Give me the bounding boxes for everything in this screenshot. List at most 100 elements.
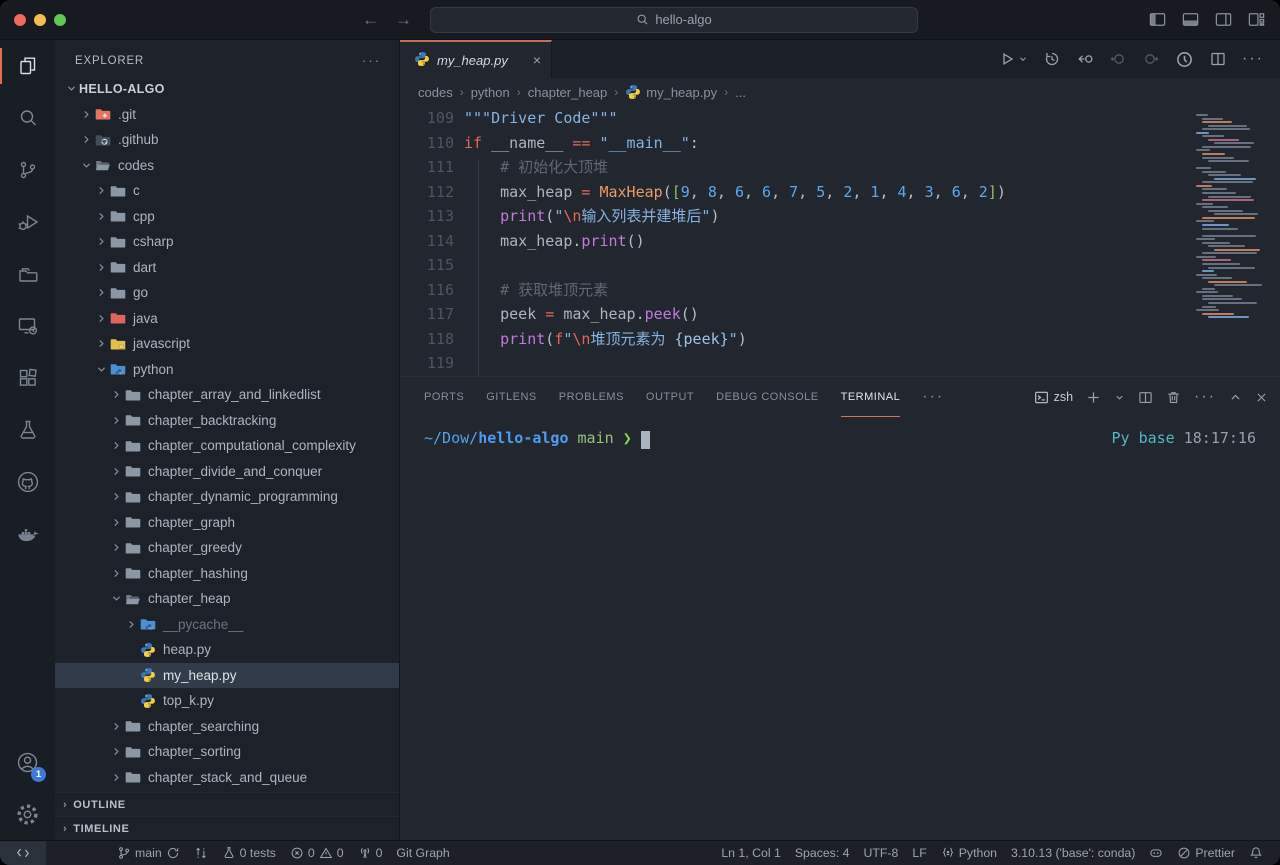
tree-item-my_heap.py[interactable]: my_heap.py	[55, 663, 399, 689]
code-line-109[interactable]: 109"""Driver Code"""	[400, 106, 1280, 131]
navigate-back-icon[interactable]: ←	[362, 10, 379, 30]
code-line-114[interactable]: 114 max_heap.print()	[400, 229, 1280, 254]
accounts-icon[interactable]: 1	[0, 736, 55, 788]
status-git-graph[interactable]: Git Graph	[389, 841, 456, 865]
code-line-119[interactable]: 119	[400, 351, 1280, 376]
panel-tab-gitlens[interactable]: GITLENS	[486, 377, 537, 417]
breadcrumb-item[interactable]: ...	[735, 85, 746, 100]
outline-section[interactable]: › OUTLINE	[55, 792, 399, 816]
minimize-window-button[interactable]	[34, 14, 46, 26]
status-python-interpreter[interactable]: 3.10.13 ('base': conda)	[1004, 841, 1142, 865]
maximize-panel-icon[interactable]	[1229, 391, 1242, 404]
next-change-icon[interactable]	[1142, 50, 1160, 68]
toggle-secondary-sidebar-icon[interactable]	[1214, 10, 1233, 29]
source-control-icon[interactable]	[0, 144, 55, 196]
status-cursor-position[interactable]: Ln 1, Col 1	[714, 841, 787, 865]
zoom-window-button[interactable]	[54, 14, 66, 26]
split-editor-icon[interactable]	[1209, 50, 1227, 68]
tree-item-python[interactable]: python	[55, 357, 399, 383]
status-copilot[interactable]	[1142, 841, 1170, 865]
docker-icon[interactable]	[0, 508, 55, 560]
close-tab-icon[interactable]: ×	[533, 52, 541, 68]
tree-item-codes[interactable]: codes	[55, 153, 399, 179]
tree-item-.git[interactable]: .git	[55, 102, 399, 128]
gitlens-annotations-icon[interactable]	[1175, 50, 1194, 69]
tree-item-chapter_sorting[interactable]: chapter_sorting	[55, 739, 399, 765]
code-editor[interactable]: 109"""Driver Code"""110if __name__ == "_…	[400, 106, 1280, 376]
github-icon[interactable]	[0, 456, 55, 508]
tree-item-chapter_dynamic_programming[interactable]: chapter_dynamic_programming	[55, 484, 399, 510]
tree-item-top_k.py[interactable]: top_k.py	[55, 688, 399, 714]
breadcrumb-item[interactable]: codes	[418, 85, 453, 100]
tree-item-java[interactable]: java	[55, 306, 399, 332]
status-ports[interactable]: 0	[351, 841, 390, 865]
split-terminal-icon[interactable]	[1138, 390, 1153, 405]
status-git-branch[interactable]: main	[110, 841, 187, 865]
code-line-117[interactable]: 117 peek = max_heap.peek()	[400, 302, 1280, 327]
tree-item-HELLO-ALGO[interactable]: HELLO-ALGO	[55, 76, 399, 102]
run-and-debug-icon[interactable]	[0, 196, 55, 248]
tree-item-chapter_greedy[interactable]: chapter_greedy	[55, 535, 399, 561]
code-line-116[interactable]: 116 # 获取堆顶元素	[400, 278, 1280, 303]
open-changes-icon[interactable]	[1076, 50, 1094, 68]
code-line-118[interactable]: 118 print(f"\n堆顶元素为 {peek}")	[400, 327, 1280, 352]
minimap[interactable]	[1196, 114, 1266, 320]
terminal-content[interactable]: ~/Dow/hello-algo main ❯ Py base 18:17:16	[400, 417, 1280, 840]
tree-item-chapter_backtracking[interactable]: chapter_backtracking	[55, 408, 399, 434]
command-center-search[interactable]: hello-algo	[430, 7, 918, 33]
tree-item-__pycache__[interactable]: __pycache__	[55, 612, 399, 638]
status-encoding[interactable]: UTF-8	[857, 841, 906, 865]
tree-item-chapter_heap[interactable]: chapter_heap	[55, 586, 399, 612]
panel-tab-problems[interactable]: PROBLEMS	[559, 377, 624, 417]
status-notifications[interactable]	[1242, 841, 1270, 865]
panel-tab-output[interactable]: OUTPUT	[646, 377, 694, 417]
code-line-112[interactable]: 112 max_heap = MaxHeap([9, 8, 6, 6, 7, 5…	[400, 180, 1280, 205]
panel-more-actions-icon[interactable]: ···	[1194, 388, 1216, 406]
status-remote-indicator[interactable]	[0, 841, 46, 865]
close-window-button[interactable]	[14, 14, 26, 26]
breadcrumb-item[interactable]: my_heap.py	[625, 84, 717, 100]
tree-item-chapter_stack_and_queue[interactable]: chapter_stack_and_queue	[55, 765, 399, 791]
tree-item-go[interactable]: go	[55, 280, 399, 306]
previous-change-icon[interactable]	[1109, 50, 1127, 68]
customize-layout-icon[interactable]	[1247, 10, 1266, 29]
panel-tab-terminal[interactable]: TERMINAL	[841, 377, 901, 417]
code-line-110[interactable]: 110if __name__ == "__main__":	[400, 131, 1280, 156]
tree-item-chapter_hashing[interactable]: chapter_hashing	[55, 561, 399, 587]
run-python-file-icon[interactable]	[998, 50, 1028, 68]
settings-gear-icon[interactable]	[0, 788, 55, 840]
toggle-sidebar-icon[interactable]	[1148, 10, 1167, 29]
tree-item-chapter_array_and_linkedlist[interactable]: chapter_array_and_linkedlist	[55, 382, 399, 408]
status-language-mode[interactable]: Python	[934, 841, 1004, 865]
explorer-icon[interactable]	[0, 40, 55, 92]
toggle-panel-icon[interactable]	[1181, 10, 1200, 29]
terminal-shell-label[interactable]: zsh	[1034, 390, 1073, 405]
code-line-115[interactable]: 115	[400, 253, 1280, 278]
tree-item-chapter_computational_complexity[interactable]: chapter_computational_complexity	[55, 433, 399, 459]
kill-terminal-icon[interactable]	[1166, 390, 1181, 405]
panel-tab-ports[interactable]: PORTS	[424, 377, 464, 417]
close-panel-icon[interactable]	[1255, 391, 1268, 404]
status-indentation[interactable]: Spaces: 4	[788, 841, 857, 865]
panel-tab-debug-console[interactable]: DEBUG CONSOLE	[716, 377, 818, 417]
tree-item-.github[interactable]: .github	[55, 127, 399, 153]
search-icon[interactable]	[0, 92, 55, 144]
tree-item-chapter_graph[interactable]: chapter_graph	[55, 510, 399, 536]
timeline-section[interactable]: › TIMELINE	[55, 816, 399, 840]
status-eol[interactable]: LF	[905, 841, 933, 865]
file-history-icon[interactable]	[1043, 50, 1061, 68]
panel-more-tabs-icon[interactable]: ···	[922, 388, 944, 406]
tree-item-csharp[interactable]: csharp	[55, 229, 399, 255]
tree-item-heap.py[interactable]: heap.py	[55, 637, 399, 663]
status-tests[interactable]: 0 tests	[215, 841, 283, 865]
tree-item-chapter_searching[interactable]: chapter_searching	[55, 714, 399, 740]
project-folders-icon[interactable]	[0, 248, 55, 300]
more-actions-icon[interactable]: ···	[1242, 50, 1264, 68]
code-line-113[interactable]: 113 print("\n输入列表并建堆后")	[400, 204, 1280, 229]
code-line-111[interactable]: 111 # 初始化大顶堆	[400, 155, 1280, 180]
terminal-dropdown-icon[interactable]	[1114, 392, 1125, 403]
tree-item-c[interactable]: c	[55, 178, 399, 204]
testing-icon[interactable]	[0, 404, 55, 456]
tree-item-cpp[interactable]: cpp	[55, 204, 399, 230]
explorer-more-actions-icon[interactable]: ···	[362, 53, 381, 68]
